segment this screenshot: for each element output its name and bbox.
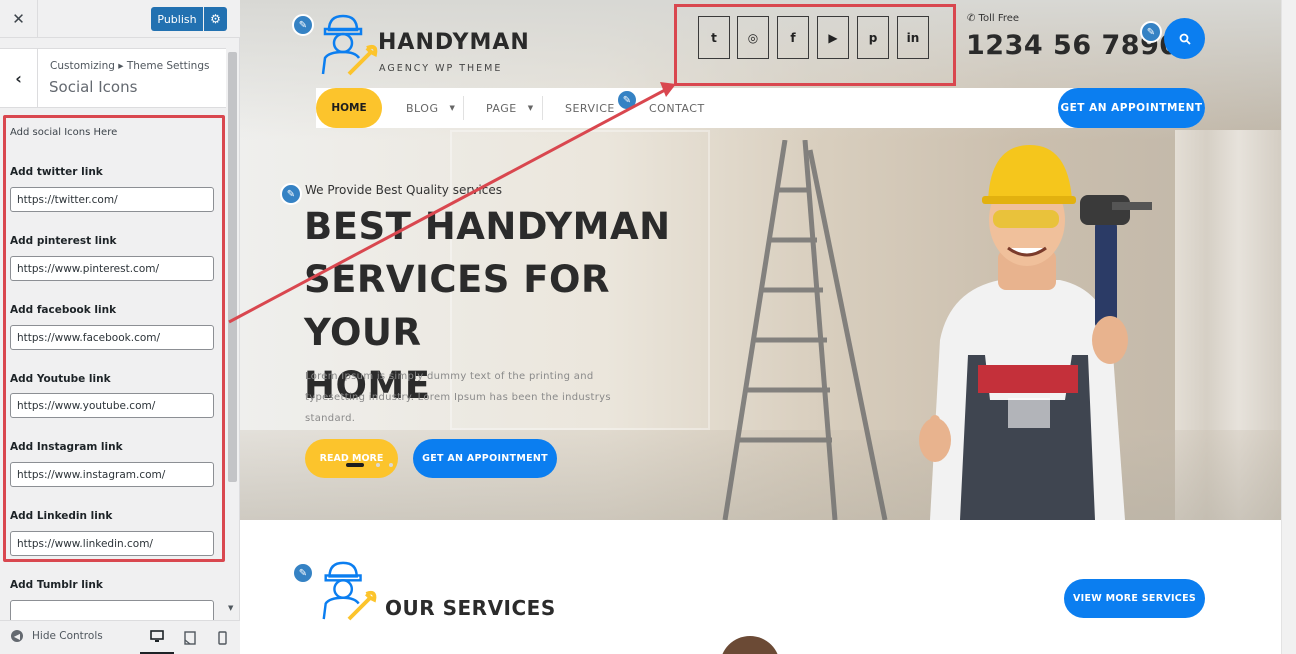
edit-shortcut-icon[interactable]: ✎ bbox=[616, 89, 638, 111]
read-more-button[interactable]: READ MORE bbox=[305, 439, 398, 478]
pinterest-link-label: Add pinterest link bbox=[10, 235, 117, 247]
breadcrumb: Customizing ▸ Theme Settings bbox=[50, 60, 210, 72]
hero-subtitle: We Provide Best Quality services bbox=[305, 183, 502, 197]
twitter-link-label: Add twitter link bbox=[10, 166, 103, 178]
linkedin-link-input[interactable] bbox=[10, 531, 214, 556]
section-title: Social Icons bbox=[49, 78, 138, 96]
nav-divider bbox=[463, 96, 464, 120]
sidebar-header-bar: ✕ Publish ⚙ bbox=[0, 0, 240, 38]
edit-shortcut-icon[interactable]: ✎ bbox=[280, 183, 302, 205]
toll-free-label: ✆ Toll Free bbox=[967, 13, 1020, 24]
twitter-link-input[interactable] bbox=[10, 187, 214, 212]
hero-description: Lorem Ipsum is simply dummy text of the … bbox=[305, 371, 611, 424]
mobile-preview-icon[interactable] bbox=[205, 621, 239, 654]
hero-section: HANDYMAN AGENCY WP THEME t ◎ f ▶ p in ✆ … bbox=[240, 0, 1281, 520]
instagram-link-input[interactable] bbox=[10, 462, 214, 487]
facebook-icon[interactable]: f bbox=[777, 16, 809, 59]
controls-panel[interactable]: Add social Icons Here Add twitter link A… bbox=[0, 108, 226, 620]
nav-service[interactable]: SERVICE bbox=[565, 88, 615, 128]
hero-title-line: SERVICES FOR YOUR bbox=[304, 258, 610, 354]
tumblr-link-label: Add Tumblr link bbox=[10, 579, 103, 591]
instagram-link-label: Add Instagram link bbox=[10, 441, 123, 453]
tumblr-link-input[interactable] bbox=[10, 600, 214, 620]
preview-scrollbar[interactable] bbox=[1281, 0, 1296, 654]
back-arrow-icon[interactable]: ‹ bbox=[0, 49, 38, 107]
customizer-window: ✕ Publish ⚙ ‹ Customizing ▸ Theme Settin… bbox=[0, 0, 1296, 654]
nav-blog[interactable]: BLOG ▼ bbox=[406, 88, 455, 128]
get-appointment-hero-button[interactable]: GET AN APPOINTMENT bbox=[413, 439, 557, 478]
site-logo-tagline: AGENCY WP THEME bbox=[379, 63, 503, 74]
publish-button[interactable]: Publish bbox=[151, 7, 203, 31]
edit-shortcut-icon[interactable]: ✎ bbox=[1140, 21, 1162, 43]
nav-blog-label: BLOG bbox=[406, 101, 439, 115]
services-logo-icon bbox=[322, 561, 377, 621]
edit-shortcut-icon[interactable]: ✎ bbox=[292, 14, 314, 36]
facebook-link-label: Add facebook link bbox=[10, 304, 117, 316]
pinterest-link-input[interactable] bbox=[10, 256, 214, 281]
sidebar-footer: ◀ Hide Controls bbox=[0, 620, 240, 654]
scroll-down-icon[interactable]: ▼ bbox=[228, 604, 233, 612]
services-title: OUR SERVICES bbox=[385, 596, 556, 620]
edit-shortcut-icon[interactable]: ✎ bbox=[292, 562, 314, 584]
youtube-icon[interactable]: ▶ bbox=[817, 16, 849, 59]
youtube-link-input[interactable] bbox=[10, 393, 214, 418]
nav-page-label: PAGE bbox=[486, 101, 517, 115]
section-description: Add social Icons Here bbox=[10, 127, 118, 138]
nav-home[interactable]: HOME bbox=[316, 88, 382, 128]
site-logo-name[interactable]: HANDYMAN bbox=[378, 30, 530, 55]
pinterest-icon[interactable]: p bbox=[857, 16, 889, 59]
nav-divider bbox=[542, 96, 543, 120]
desktop-preview-icon[interactable] bbox=[140, 621, 174, 654]
view-more-services-button[interactable]: VIEW MORE SERVICES bbox=[1064, 579, 1205, 618]
chevron-down-icon: ▼ bbox=[449, 104, 456, 112]
search-icon[interactable] bbox=[1164, 18, 1205, 59]
nav-contact[interactable]: CONTACT bbox=[649, 88, 705, 128]
hide-controls-button[interactable]: Hide Controls bbox=[32, 630, 103, 642]
publish-settings-gear-icon[interactable]: ⚙ bbox=[204, 7, 227, 31]
sidebar-scrollbar-thumb[interactable] bbox=[228, 52, 237, 482]
instagram-icon[interactable]: ◎ bbox=[737, 16, 769, 59]
chevron-down-icon: ▼ bbox=[527, 104, 534, 112]
slider-dots[interactable] bbox=[346, 463, 396, 468]
twitter-icon[interactable]: t bbox=[698, 16, 730, 59]
handyman-logo-icon bbox=[321, 14, 378, 76]
hero-title-line: BEST HANDYMAN bbox=[304, 205, 671, 248]
get-appointment-nav-button[interactable]: GET AN APPOINTMENT bbox=[1058, 88, 1205, 128]
service-image-peek bbox=[720, 636, 780, 654]
close-icon[interactable]: ✕ bbox=[0, 0, 38, 38]
site-preview[interactable]: HANDYMAN AGENCY WP THEME t ◎ f ▶ p in ✆ … bbox=[240, 0, 1281, 654]
section-header: ‹ Customizing ▸ Theme Settings Social Ic… bbox=[0, 48, 226, 108]
facebook-link-input[interactable] bbox=[10, 325, 214, 350]
hide-controls-icon[interactable]: ◀ bbox=[11, 630, 23, 642]
nav-page[interactable]: PAGE ▼ bbox=[486, 88, 534, 128]
handyman-worker-image bbox=[919, 145, 1152, 520]
ladder-image bbox=[722, 140, 888, 520]
linkedin-link-label: Add Linkedin link bbox=[10, 510, 113, 522]
tablet-preview-icon[interactable] bbox=[173, 621, 207, 654]
customizer-sidebar: ✕ Publish ⚙ ‹ Customizing ▸ Theme Settin… bbox=[0, 0, 240, 654]
youtube-link-label: Add Youtube link bbox=[10, 373, 111, 385]
linkedin-icon[interactable]: in bbox=[897, 16, 929, 59]
